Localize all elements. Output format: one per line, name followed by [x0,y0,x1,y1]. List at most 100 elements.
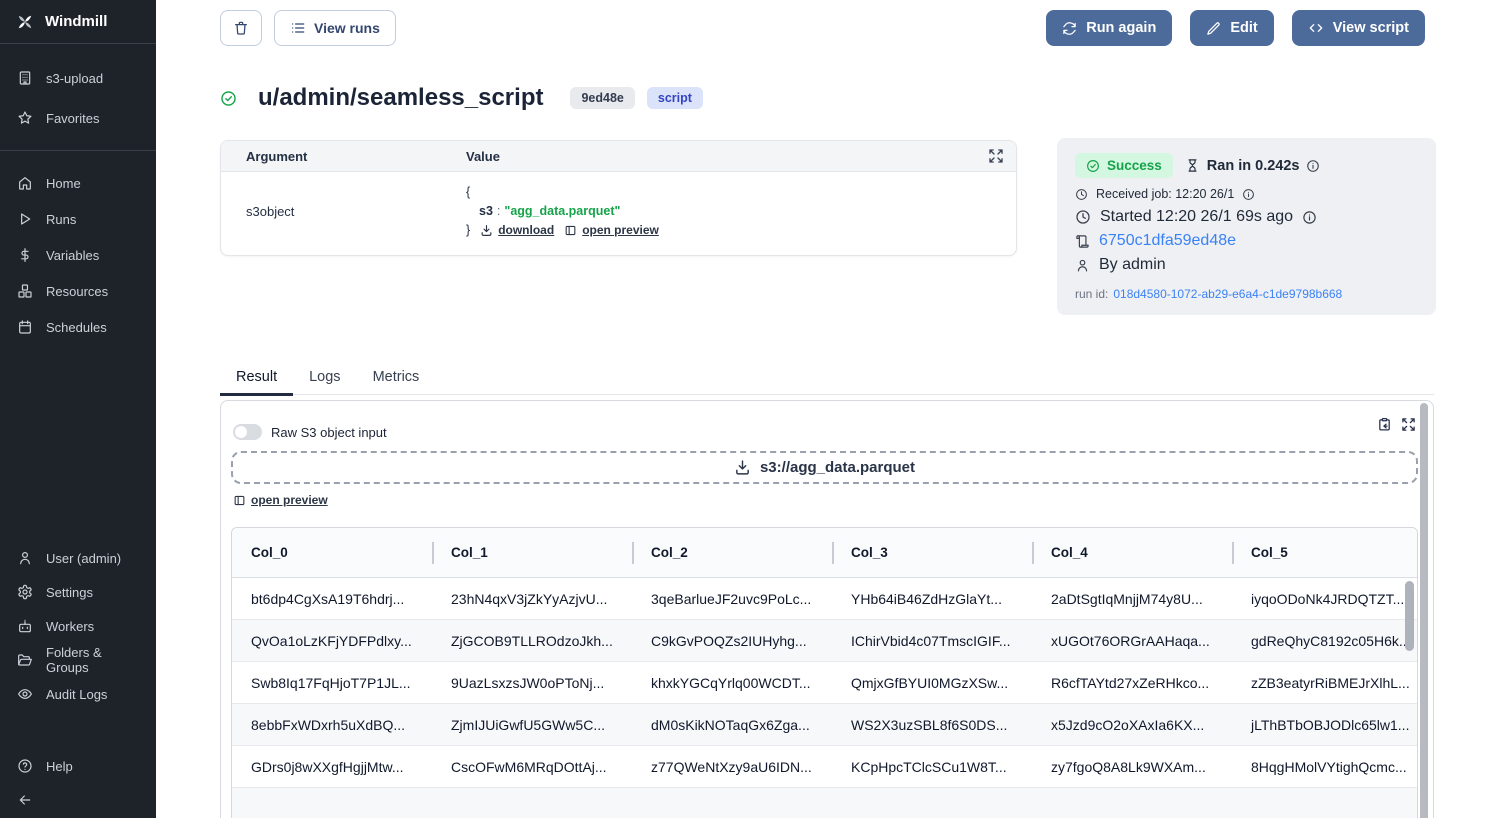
column-divider[interactable] [1032,542,1034,564]
run-again-button[interactable]: Run again [1046,10,1172,46]
sidebar-item-variables[interactable]: Variables [0,237,156,273]
toolbar-right: Run again Edit View script [1046,10,1425,46]
column-divider[interactable] [632,542,634,564]
sidebar-item-settings[interactable]: Settings [0,575,156,609]
clipboard-copy-icon[interactable] [1377,417,1392,432]
received-label: Received job: 12:20 26/1 [1096,187,1234,201]
user-icon [17,550,33,566]
run-again-label: Run again [1086,20,1156,36]
run-id-link[interactable]: 018d4580-1072-ab29-e6a4-c1de9798b668 [1113,287,1342,301]
expand-icon[interactable] [988,148,1004,164]
sidebar-collapse-button[interactable] [0,783,156,817]
value-column-header: Value [441,149,500,164]
app-brand[interactable]: Windmill [0,0,156,44]
column-divider[interactable] [432,542,434,564]
column-header: Col_0 [232,545,432,560]
sidebar-item-folders-groups[interactable]: Folders & Groups [0,643,156,677]
table-cell: 9UazLsxzsJW0oPToNj... [432,675,632,691]
info-icon[interactable] [1302,210,1317,225]
sidebar-item-label: Folders & Groups [46,645,139,675]
clock-icon [1075,209,1091,225]
sidebar-item-resources[interactable]: Resources [0,273,156,309]
trash-icon [233,20,249,36]
table-cell: jLThBTbOBJODlc65lw1... [1232,717,1418,733]
raw-s3-toggle-row: Raw S3 object input [233,424,387,440]
sidebar-workspace-section: s3-upload Favorites [0,58,156,138]
run-id-row: run id: 018d4580-1072-ab29-e6a4-c1de9798… [1075,287,1418,301]
column-header: Col_1 [432,545,632,560]
sidebar-item-user-admin[interactable]: User (admin) [0,541,156,575]
table-row[interactable]: 8ebbFxWDxrh5uXdBQ... ZjmIJUiGwfU5GWw5C..… [232,704,1417,746]
result-data-table: Col_0 Col_1 Col_2 Col_3 Col_4 Col_5 bt6d… [231,527,1418,818]
sidebar-item-favorites[interactable]: Favorites [0,98,156,138]
sidebar-item-workers[interactable]: Workers [0,609,156,643]
sidebar-item-runs[interactable]: Runs [0,201,156,237]
column-divider[interactable] [1232,542,1234,564]
arguments-row: s3object { s3:"agg_data.parquet" } downl… [221,172,1016,255]
help-circle-icon [17,758,33,774]
view-runs-button[interactable]: View runs [274,10,396,46]
tab-metrics[interactable]: Metrics [357,364,436,396]
table-scrollbar[interactable] [1405,581,1414,651]
sidebar-item-schedules[interactable]: Schedules [0,309,156,345]
open-preview-link[interactable]: open preview [233,493,328,507]
info-icon[interactable] [1242,188,1255,201]
sidebar-item-audit-logs[interactable]: Audit Logs [0,677,156,711]
folder-icon [17,652,33,668]
sidebar-item-label: Help [46,759,73,774]
star-icon [17,110,33,126]
s3-file-download-area[interactable]: s3://agg_data.parquet [231,451,1418,484]
panel-scrollbar[interactable] [1420,403,1428,818]
sidebar-admin-section: User (admin) Settings Workers [0,541,156,711]
table-row[interactable] [232,788,1417,818]
run-by-label: By admin [1099,256,1166,274]
edit-button[interactable]: Edit [1190,10,1273,46]
table-cell: z77QWeNtXzy9aU6IDN... [632,759,832,775]
view-script-button[interactable]: View script [1292,10,1425,46]
play-icon [17,211,33,227]
table-cell: 8HqgHMolVYtighQcmc... [1232,759,1418,775]
table-cell: gdReQhyC8192c05H6k.. [1232,633,1418,649]
table-cell: xUGOt76ORGrAAHaqa... [1032,633,1232,649]
result-tabs: Result Logs Metrics [220,364,1434,395]
sidebar-item-s3-upload[interactable]: s3-upload [0,58,156,98]
windmill-pinwheel-icon [15,12,35,32]
table-row[interactable]: GDrs0j8wXXgfHgjjMtw... CscOFwM6MRqDOttAj… [232,746,1417,788]
expand-icon[interactable] [1401,417,1416,432]
table-row[interactable]: bt6dp4CgXsA19T6hdrj... 23hN4qxV3jZkYyAzj… [232,578,1417,620]
column-header: Col_2 [632,545,832,560]
raw-s3-toggle-label: Raw S3 object input [271,425,387,440]
sidebar-item-label: Settings [46,585,93,600]
received-row: Received job: 12:20 26/1 [1075,187,1418,201]
view-runs-label: View runs [314,20,380,36]
table-row[interactable]: Swb8Iq17FqHjoT7P1JL... 9UazLsxzsJW0oPToN… [232,662,1417,704]
tab-result[interactable]: Result [220,364,293,396]
raw-s3-toggle[interactable] [233,424,262,440]
delete-button[interactable] [220,10,262,46]
tab-logs[interactable]: Logs [293,364,356,396]
table-row[interactable]: QvOa1oLzKFjYDFPdlxy... ZjGCOB9TLLROdzoJk… [232,620,1417,662]
app-title: Windmill [45,13,107,30]
sidebar-divider [0,150,156,151]
sidebar-main-section: Home Runs Variables [0,165,156,345]
panel-preview-icon [233,494,246,507]
sidebar-item-help[interactable]: Help [0,749,156,783]
info-icon[interactable] [1306,159,1320,173]
table-cell: khxkYGCqYrlq00WCDT... [632,675,832,691]
hourglass-icon [1185,158,1200,173]
table-cell: GDrs0j8wXXgfHgjjMtw... [232,759,432,775]
open-preview-link[interactable]: open preview [564,221,659,240]
table-cell: R6cfTAYtd27xZeRHkco... [1032,675,1232,691]
pen-icon [1206,21,1221,36]
column-header: Col_4 [1032,545,1232,560]
download-icon [480,224,493,237]
sidebar-item-label: Resources [46,284,108,299]
arrow-left-icon [17,792,33,808]
job-hash-link[interactable]: 6750c1dfa59ed48e [1099,232,1236,250]
arguments-header: Argument Value [221,141,1016,172]
table-cell: IChirVbid4c07TmscIGIF... [832,633,1032,649]
table-cell: C9kGvPOQZs2IUHyhg... [632,633,832,649]
column-divider[interactable] [832,542,834,564]
sidebar-item-home[interactable]: Home [0,165,156,201]
download-link[interactable]: download [480,221,554,240]
